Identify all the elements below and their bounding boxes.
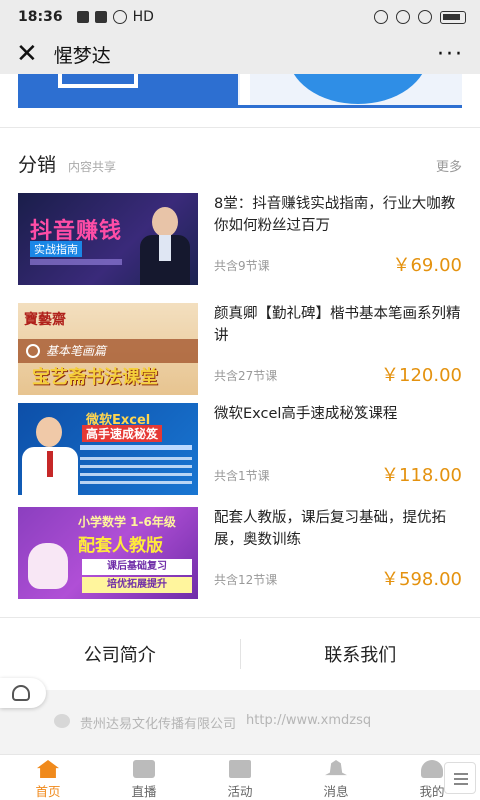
course-item[interactable]: 小学数学 1-6年级 配套人教版 课后基础复习 培优拓展提升 配套人教版，课后复…	[18, 507, 462, 601]
tab-live[interactable]: 直播	[96, 755, 192, 800]
course-thumbnail[interactable]: 小学数学 1-6年级 配套人教版 课后基础复习 培优拓展提升	[18, 507, 198, 599]
banner-graphic-left	[18, 74, 238, 105]
thumb-tag-1: 课后基础复习	[82, 559, 192, 575]
contact-us-link[interactable]: 联系我们	[241, 641, 480, 667]
nfc-icon	[374, 10, 388, 24]
tab-label: 消息	[323, 784, 349, 799]
course-title[interactable]: 微软Excel高手速成秘笈课程	[214, 403, 462, 425]
lesson-count: 共含1节课	[214, 469, 270, 483]
thumb-grade: 小学数学 1-6年级	[78, 515, 176, 529]
course-title[interactable]: 配套人教版，课后复习基础，提优拓展，奥数训练	[214, 507, 462, 551]
battery-icon	[440, 10, 466, 24]
customer-service-button[interactable]	[0, 678, 46, 708]
lesson-count: 共含12节课	[214, 573, 278, 587]
course-price: ￥598.00	[381, 569, 462, 590]
course-title[interactable]: 颜真卿【勤礼碑】楷书基本笔画系列精讲	[214, 303, 462, 347]
video-icon	[133, 760, 155, 778]
presenter-image	[140, 207, 190, 285]
page-title: 惺梦达	[53, 44, 111, 67]
course-price: ￥120.00	[381, 365, 462, 386]
lesson-count: 共含9节课	[214, 259, 270, 273]
company-intro-link[interactable]: 公司简介	[0, 641, 240, 667]
footer: 贵州达易文化传播有限公司 http://www.xmdzsq	[0, 690, 480, 754]
course-price: ￥69.00	[392, 255, 462, 276]
course-item[interactable]: 抖音赚钱 实战指南 8堂：抖音赚钱实战指南，行业大咖教你如何粉丝过百万 共含9节…	[18, 193, 462, 287]
top-banner[interactable]	[18, 74, 462, 108]
course-item[interactable]: 微软Excel 高手速成秘笈 微软Excel高手速成秘笈课程 共含1节课 ￥11…	[18, 403, 462, 497]
thumb-subtitle: 高手速成秘笈	[82, 425, 163, 442]
notification-icon	[76, 11, 89, 23]
user-icon	[421, 760, 443, 778]
more-link[interactable]: 更多	[436, 156, 462, 175]
section-header: 分销 内容共享 更多	[18, 150, 462, 177]
thumb-seal: 寶藝齋	[24, 312, 66, 328]
footer-company-name: 贵州达易文化传播有限公司	[80, 717, 237, 732]
course-thumbnail[interactable]: 微软Excel 高手速成秘笈	[18, 403, 198, 495]
nav-bar: ✕ 惺梦达 ···	[0, 34, 480, 74]
tab-label: 活动	[227, 784, 253, 799]
alarm-icon	[418, 10, 432, 24]
section-subtitle: 内容共享	[68, 160, 117, 174]
footer-text: 贵州达易文化传播有限公司 http://www.xmdzsq	[56, 713, 371, 732]
thumb-subtitle: 实战指南	[30, 241, 82, 257]
play-icon	[26, 344, 40, 358]
company-links: 公司简介 联系我们	[0, 628, 480, 680]
network-label: HD	[132, 9, 154, 25]
banner-graphic-right	[288, 74, 428, 104]
divider	[0, 127, 480, 128]
course-price: ￥118.00	[381, 465, 462, 486]
tab-label: 直播	[131, 784, 157, 799]
notification-icon-2	[94, 11, 107, 23]
presenter-image	[22, 417, 78, 495]
tab-label: 首页	[35, 784, 61, 799]
headset-icon	[12, 685, 30, 701]
course-item[interactable]: 寶藝齋 基本笔画篇 宝艺斋书法课堂 颜真卿【勤礼碑】楷书基本笔画系列精讲 共含2…	[18, 303, 462, 397]
home-icon	[37, 760, 59, 778]
thumb-title: 配套人教版	[78, 536, 163, 556]
tab-home[interactable]: 首页	[0, 755, 96, 800]
mute-icon	[396, 10, 410, 24]
mascot-image	[28, 543, 68, 589]
tab-label: 我的	[419, 784, 445, 799]
more-menu-button[interactable]: ···	[437, 42, 464, 67]
section-title: 分销	[18, 154, 57, 176]
gift-icon	[229, 760, 251, 778]
tab-activity[interactable]: 活动	[192, 755, 288, 800]
menu-toggle-button[interactable]	[444, 762, 476, 794]
thumb-band-text: 基本笔画篇	[46, 344, 107, 358]
status-bar: 18:36 HD	[0, 0, 480, 34]
close-icon[interactable]: ✕	[16, 41, 38, 67]
divider	[0, 617, 480, 618]
tab-messages[interactable]: 消息	[288, 755, 384, 800]
course-thumbnail[interactable]: 寶藝齋 基本笔画篇 宝艺斋书法课堂	[18, 303, 198, 395]
lesson-count: 共含27节课	[214, 369, 278, 383]
footer-url[interactable]: http://www.xmdzsq	[246, 713, 371, 732]
course-title[interactable]: 8堂：抖音赚钱实战指南，行业大咖教你如何粉丝过百万	[214, 193, 462, 237]
thumb-tag-2: 培优拓展提升	[82, 577, 192, 593]
bell-icon	[325, 760, 347, 776]
wifi-icon	[112, 10, 127, 24]
status-time: 18:36	[18, 9, 63, 25]
bottom-tab-bar: 首页 直播 活动 消息 我的	[0, 754, 480, 800]
thumb-title: 宝艺斋书法课堂	[32, 367, 158, 388]
course-thumbnail[interactable]: 抖音赚钱 实战指南	[18, 193, 198, 285]
